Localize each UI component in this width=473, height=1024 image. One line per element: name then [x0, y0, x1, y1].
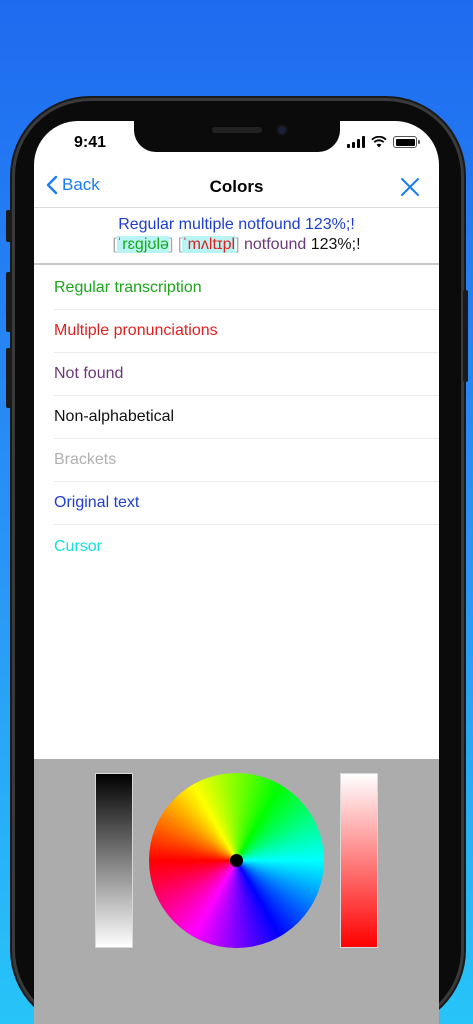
color-picker: [34, 759, 439, 1024]
preview-original-text: Regular multiple notfound 123%;!: [118, 216, 355, 233]
list-item-label: Non-alphabetical: [54, 408, 175, 425]
list-item-label: Brackets: [54, 451, 117, 468]
preview-regular: ˈrɛgjʊlə: [116, 236, 169, 253]
color-preview: Regular multiple notfound 123%;! [ˈrɛgjʊ…: [34, 209, 439, 265]
status-time: 9:41: [74, 134, 107, 151]
list-item-label: Cursor: [54, 537, 103, 555]
preview-notfound: notfound: [239, 236, 307, 253]
list-item-cursor[interactable]: Cursor: [54, 525, 439, 568]
hue-wheel[interactable]: [149, 773, 324, 948]
preview-multiple: ˈmʌltɪpl: [182, 236, 236, 253]
color-category-list: Regular transcription Multiple pronuncia…: [34, 267, 439, 568]
front-camera: [276, 124, 288, 136]
wifi-icon: [371, 136, 387, 148]
list-item-label: Regular transcription: [54, 279, 202, 296]
list-item-not-found[interactable]: Not found: [54, 353, 439, 396]
list-item-multiple-pronunciations[interactable]: Multiple pronunciations: [54, 310, 439, 353]
saturation-slider[interactable]: [340, 773, 378, 948]
power-button: [463, 290, 468, 382]
list-item-regular-transcription[interactable]: Regular transcription: [54, 267, 439, 310]
volume-down-button: [6, 348, 11, 408]
list-item-label: Multiple pronunciations: [54, 322, 218, 339]
volume-up-button: [6, 272, 11, 332]
page-title: Colors: [209, 177, 264, 196]
list-item-label: Not found: [54, 365, 124, 382]
color-selector-handle[interactable]: [230, 854, 243, 867]
brightness-slider[interactable]: [95, 773, 133, 948]
mute-switch: [6, 210, 11, 242]
screen: 9:41 Back Colors Regular multiple notfou…: [34, 121, 439, 1024]
preview-bracket: [: [173, 236, 183, 253]
cellular-signal-icon: [347, 136, 365, 148]
battery-icon: [393, 136, 420, 148]
preview-nonalpha: 123%;!: [306, 236, 361, 253]
list-item-label: Original text: [54, 494, 140, 511]
notch: [134, 121, 340, 152]
list-item-non-alphabetical[interactable]: Non-alphabetical: [54, 396, 439, 439]
list-item-original-text[interactable]: Original text: [54, 482, 439, 525]
close-icon[interactable]: [399, 176, 421, 198]
speaker-grille: [212, 127, 262, 133]
navigation-bar: Back Colors: [34, 165, 439, 208]
status-icons: [347, 136, 420, 148]
preview-transcription: [ˈrɛgjʊlə] [ˈmʌltɪpl] notfound 123%;!: [34, 236, 439, 254]
list-item-brackets[interactable]: Brackets: [54, 439, 439, 482]
